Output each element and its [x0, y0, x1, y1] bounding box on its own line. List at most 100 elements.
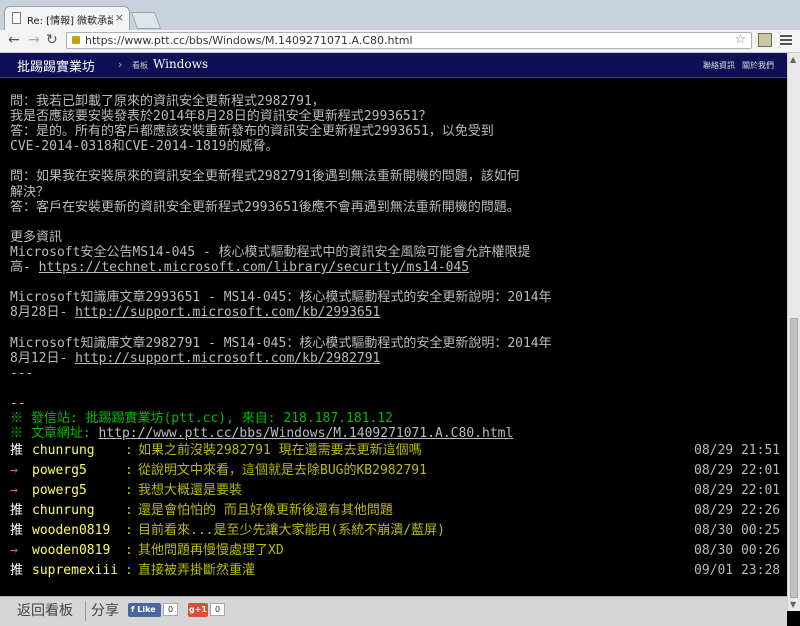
article-line: CVE-2014-0318和CVE-2014-1819的威脅。: [10, 139, 279, 155]
push-colon: :: [125, 503, 133, 519]
push-user: wooden0819: [32, 523, 111, 539]
push-row: 推 chunrung : 還是會怕怕的 而且好像更新後還有其他問題 08/29 …: [10, 501, 780, 521]
push-row: → wooden0819 : 其他問題再慢慢處理了XD 08/30 00:26: [10, 541, 780, 561]
google-plus-button[interactable]: g+1: [188, 603, 208, 617]
push-colon: :: [125, 463, 133, 479]
signature-mark: --: [10, 395, 26, 411]
push-message: 如果之前沒裝2982791 現在還需要去更新這個嗎: [138, 443, 422, 459]
push-message: 直接被弄掛斷然重灌: [138, 563, 256, 579]
push-row: 推 chunrung : 如果之前沒裝2982791 現在還需要去更新這個嗎 0…: [10, 441, 780, 461]
article-line: 答：是的。所有的客戶都應該安裝重新發布的資訊安全更新程式2993651，以免受到: [10, 124, 494, 140]
back-arrow-icon[interactable]: ←: [8, 32, 20, 48]
google-plus-count: 0: [210, 603, 225, 616]
push-time: 08/29 22:01: [694, 483, 781, 499]
site-logo-link[interactable]: 批踢踢實業坊: [17, 56, 95, 75]
article-url-link[interactable]: http://www.ptt.cc/bbs/Windows/M.14092710…: [98, 426, 513, 441]
article-line: [10, 215, 780, 230]
push-user: powerg5: [32, 483, 87, 499]
share-label: 分享: [91, 603, 119, 619]
url-text: https://www.ptt.cc/bbs/Windows/M.1409271…: [85, 34, 413, 47]
facebook-like-label: Like: [137, 605, 156, 614]
bottom-bar: 返回看板 分享 f Like 0 g+1 0: [0, 596, 787, 626]
end-mark: ---: [10, 365, 34, 381]
push-colon: :: [125, 443, 133, 459]
about-link[interactable]: 關於我們: [742, 60, 774, 71]
push-time: 08/30 00:26: [694, 543, 781, 559]
close-tab-icon[interactable]: ×: [115, 11, 124, 24]
bookmark-star-icon[interactable]: ☆: [734, 32, 746, 47]
article-line: 問：如果我在安裝原來的資訊安全更新程式2982791後遇到無法重新開機的問題，該…: [10, 169, 520, 185]
push-time: 08/29 21:51: [694, 443, 781, 459]
facebook-like-button[interactable]: f Like: [128, 603, 161, 617]
push-user: chunrung: [32, 503, 95, 519]
facebook-like-count: 0: [163, 603, 178, 616]
ref3-prefix: 8月12日-: [10, 350, 76, 366]
article-line: 更多資訊: [10, 229, 63, 245]
push-time: 08/30 00:25: [694, 523, 781, 539]
push-time: 08/29 22:01: [694, 463, 781, 479]
push-tag: 推: [10, 443, 24, 459]
ref1-link[interactable]: https://technet.microsoft.com/library/se…: [39, 260, 469, 275]
push-message: 我想大概還是要裝: [138, 483, 243, 499]
push-message: 從說明文中來看，這個就是去除BUG的KB2982791: [138, 463, 427, 479]
scroll-up-icon[interactable]: ▲: [790, 55, 796, 64]
push-user: wooden0819: [32, 543, 111, 559]
push-user: chunrung: [32, 443, 95, 459]
push-colon: :: [125, 523, 133, 539]
push-row: 推 supremexiii : 直接被弄掛斷然重灌 09/01 23:28: [10, 561, 780, 581]
lock-icon: [72, 36, 80, 44]
browser-tab[interactable]: Re: [情報] 微軟承認8.1的 ×: [4, 6, 130, 30]
ref2-link[interactable]: http://support.microsoft.com/kb/2993651: [75, 305, 380, 320]
forward-arrow-icon[interactable]: →: [28, 32, 40, 48]
article-line: Microsoft安全公告MS14-045 - 核心模式驅動程式中的資訊安全風險…: [10, 244, 531, 260]
back-to-board-button[interactable]: 返回看板: [8, 599, 82, 623]
browser-toolbar: ← → ↻ https://www.ptt.cc/bbs/Windows/M.1…: [0, 30, 800, 53]
ref3-link[interactable]: http://support.microsoft.com/kb/2982791: [75, 351, 380, 366]
push-tag: →: [10, 483, 18, 499]
board-label: 看板: [132, 61, 148, 70]
push-user: supremexiii: [32, 563, 119, 579]
scroll-down-icon[interactable]: ▼: [790, 600, 796, 609]
article-content: 問：我若已卸載了原來的資訊安全更新程式2982791， 我是否應該要安裝發表於2…: [10, 94, 780, 581]
reload-icon[interactable]: ↻: [46, 32, 58, 48]
push-message: 還是會怕怕的 而且好像更新後還有其他問題: [138, 503, 393, 519]
push-colon: :: [125, 483, 133, 499]
push-tag: →: [10, 543, 18, 559]
article-line: 高- https://technet.microsoft.com/library…: [10, 260, 780, 275]
push-row: → powerg5 : 從說明文中來看，這個就是去除BUG的KB2982791 …: [10, 461, 780, 481]
ref1-prefix: 高-: [10, 260, 39, 276]
push-list: 推 chunrung : 如果之前沒裝2982791 現在還需要去更新這個嗎 0…: [10, 441, 780, 581]
article-line: [10, 381, 780, 396]
article-line: [10, 275, 780, 290]
push-time: 09/01 23:28: [694, 563, 781, 579]
article-line: 解決？: [10, 184, 50, 200]
article-line: Microsoft知識庫文章2993651 - MS14-045：核心模式驅動程…: [10, 290, 552, 306]
article-line: [10, 320, 780, 335]
tab-title: Re: [情報] 微軟承認8.1的: [27, 16, 113, 27]
push-time: 08/29 22:26: [694, 503, 781, 519]
push-user: powerg5: [32, 463, 87, 479]
extension-icon[interactable]: [758, 33, 772, 47]
tab-strip: Re: [情報] 微軟承認8.1的 ×: [0, 0, 800, 30]
push-tag: 推: [10, 563, 24, 579]
push-tag: 推: [10, 523, 24, 539]
site-header: 批踢踢實業坊 › 看板 Windows 聯絡資訊 關於我們: [0, 53, 787, 78]
push-message: 其他問題再慢慢處理了XD: [138, 543, 284, 559]
push-tag: 推: [10, 503, 24, 519]
new-tab-button[interactable]: [130, 12, 162, 29]
vertical-scrollbar[interactable]: ▲ ▼: [787, 53, 800, 611]
contact-link[interactable]: 聯絡資訊: [703, 60, 735, 71]
url-prefix: ※ 文章網址:: [10, 426, 99, 442]
article-line: 答：客戶在安裝更新的資訊安全更新程式2993651後應不會再遇到無法重新開機的問…: [10, 199, 520, 215]
article-line: 問：我若已卸載了原來的資訊安全更新程式2982791，: [10, 94, 325, 109]
article-line: Microsoft知識庫文章2982791 - MS14-045：核心模式驅動程…: [10, 335, 552, 351]
board-link[interactable]: Windows: [153, 57, 208, 71]
menu-icon[interactable]: [780, 33, 792, 45]
article-line: 8月12日- http://support.microsoft.com/kb/2…: [10, 351, 780, 366]
article-url-line: ※ 文章網址: http://www.ptt.cc/bbs/Windows/M.…: [10, 426, 780, 441]
breadcrumb-separator: ›: [118, 58, 123, 71]
address-bar[interactable]: https://www.ptt.cc/bbs/Windows/M.1409271…: [66, 32, 752, 49]
article-line: [10, 154, 780, 169]
sent-from-line: ※ 發信站: 批踢踢實業坊(ptt.cc), 來自: 218.187.181.1…: [10, 410, 393, 426]
scroll-thumb[interactable]: [790, 318, 798, 598]
